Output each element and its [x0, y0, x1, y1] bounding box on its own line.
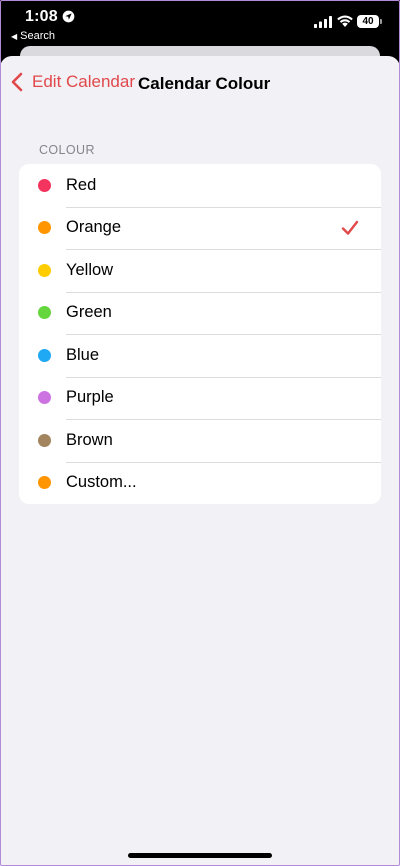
- colour-option-label: Blue: [66, 345, 100, 364]
- colour-dot: [38, 221, 51, 235]
- colour-dot: [38, 348, 51, 362]
- back-to-search-app[interactable]: ◀ Search: [11, 30, 55, 42]
- colour-option-label: Red: [66, 175, 97, 194]
- colour-dot: [38, 306, 51, 320]
- colour-option-label: Orange: [66, 218, 122, 237]
- colour-option-blue[interactable]: Blue: [19, 334, 381, 377]
- checkmark-icon: [341, 220, 359, 235]
- battery-level: 40: [357, 15, 379, 28]
- back-app-label: Search: [20, 30, 56, 42]
- colour-option-purple[interactable]: Purple: [19, 376, 381, 420]
- colour-option-label: Purple: [66, 388, 114, 407]
- battery-tip: [380, 19, 382, 24]
- back-button[interactable]: Edit Calendar: [10, 72, 135, 92]
- signal-icon: [314, 16, 332, 28]
- colour-dot: [38, 476, 51, 490]
- colour-dot: [38, 433, 51, 447]
- colour-option-label: Custom...: [66, 473, 137, 492]
- colour-option-brown[interactable]: Brown: [19, 419, 381, 462]
- section-header: COLOUR: [39, 143, 95, 157]
- location-icon: [62, 10, 75, 23]
- back-button-label: Edit Calendar: [32, 72, 136, 91]
- battery-icon: 40: [357, 15, 383, 29]
- chevron-left-icon: [11, 72, 23, 92]
- status-time: 1:08: [25, 8, 58, 25]
- back-triangle-icon: ◀: [11, 31, 18, 41]
- colour-option-label: Yellow: [66, 260, 114, 279]
- colour-option-label: Brown: [66, 430, 113, 449]
- colour-option-green[interactable]: Green: [19, 291, 381, 335]
- colour-option-yellow[interactable]: Yellow: [19, 249, 381, 292]
- colour-dot: [38, 391, 51, 405]
- wifi-icon: [337, 15, 353, 27]
- colour-dot: [38, 178, 51, 192]
- colour-list: Red Orange Yellow Green Blue Purple Brown Custo…: [19, 164, 381, 504]
- colour-option-orange[interactable]: Orange: [19, 206, 381, 250]
- colour-option-red[interactable]: Red: [19, 164, 381, 207]
- colour-option-custom[interactable]: Custom...: [19, 461, 381, 505]
- calendar-colour-sheet: Edit Calendar Calendar Colour COLOUR Red…: [0, 56, 400, 866]
- colour-option-label: Green: [66, 303, 112, 322]
- colour-dot: [38, 263, 51, 277]
- home-indicator[interactable]: [128, 853, 272, 858]
- page-title: Calendar Colour: [138, 74, 271, 93]
- status-bar: 1:08 ◀ Search 40: [0, 0, 400, 46]
- navigation-bar: Edit Calendar Calendar Colour: [0, 56, 400, 112]
